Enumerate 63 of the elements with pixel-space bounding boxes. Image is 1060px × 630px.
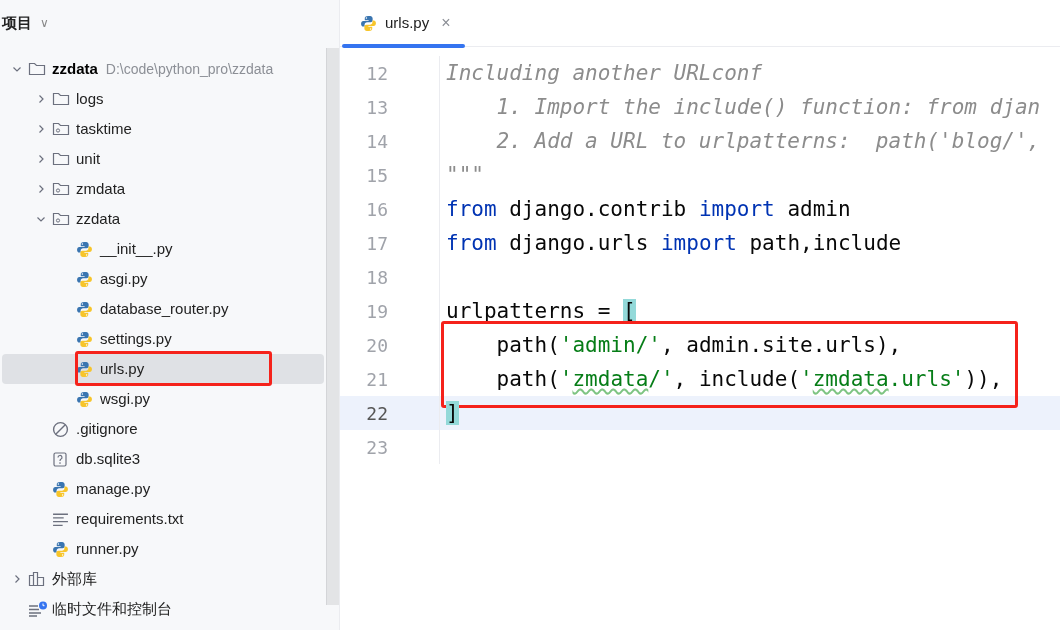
tree-item[interactable]: requirements.txt bbox=[2, 504, 324, 534]
tree-item[interactable]: 外部库 bbox=[2, 564, 324, 594]
code-line: from django.urls import path,include bbox=[446, 230, 902, 257]
tree-item[interactable]: unit bbox=[2, 144, 324, 174]
python-icon bbox=[76, 390, 93, 408]
line-number: 19 bbox=[365, 299, 388, 324]
line-number: 13 bbox=[365, 95, 388, 120]
python-icon bbox=[76, 360, 93, 378]
project-path: D:\code\python_pro\zzdata bbox=[105, 59, 274, 79]
python-icon bbox=[76, 270, 93, 288]
code-line: path('admin/', admin.site.urls), bbox=[495, 332, 902, 359]
tree-item[interactable]: zzdata bbox=[2, 204, 324, 234]
folder-icon bbox=[52, 151, 70, 167]
tree-item[interactable]: urls.py bbox=[2, 354, 324, 384]
tree-item[interactable]: asgi.py bbox=[2, 264, 324, 294]
tree-item[interactable]: database_router.py bbox=[2, 294, 324, 324]
tree-item[interactable]: zmdata bbox=[2, 174, 324, 204]
python-icon bbox=[52, 480, 69, 498]
line-number: 20 bbox=[365, 333, 388, 358]
folder-icon bbox=[52, 121, 70, 137]
python-icon bbox=[76, 300, 93, 318]
library-icon bbox=[28, 571, 46, 587]
line-number: 17 bbox=[365, 231, 388, 256]
code-comment: """ bbox=[446, 162, 484, 189]
panel-title[interactable]: 项目 bbox=[2, 11, 32, 35]
prohibited-icon bbox=[52, 420, 69, 438]
tree-item[interactable]: settings.py bbox=[2, 324, 324, 354]
scratch-icon bbox=[28, 601, 48, 617]
code-line: path('zmdata/', include('zmdata.urls')), bbox=[495, 366, 1003, 393]
code-line: urlpatterns = [ bbox=[446, 298, 636, 325]
tree-item[interactable]: logs bbox=[2, 84, 324, 114]
tree-item[interactable]: wsgi.py bbox=[2, 384, 324, 414]
python-icon bbox=[360, 14, 377, 32]
text-file-icon bbox=[52, 511, 69, 527]
tree-item[interactable]: db.sqlite3 bbox=[2, 444, 324, 474]
tree-item[interactable]: tasktime bbox=[2, 114, 324, 144]
code-line: from django.contrib import admin bbox=[446, 196, 851, 223]
line-number: 23 bbox=[365, 435, 388, 460]
line-number: 18 bbox=[365, 265, 388, 290]
scrollbar[interactable] bbox=[326, 48, 339, 605]
tree-item[interactable]: manage.py bbox=[2, 474, 324, 504]
line-number: 12 bbox=[365, 61, 388, 86]
code-comment: 2. Add a URL to urlpatterns: path('blog/', bbox=[495, 128, 1041, 155]
line-number: 22 bbox=[365, 401, 388, 426]
python-icon bbox=[52, 540, 69, 558]
python-icon bbox=[76, 330, 93, 348]
line-number: 21 bbox=[365, 367, 388, 392]
tree-item[interactable]: .gitignore bbox=[2, 414, 324, 444]
code-comment: 1. Import the include() function: from djan bbox=[495, 94, 1041, 121]
tree-item[interactable]: 临时文件和控制台 bbox=[2, 594, 324, 624]
folder-icon bbox=[52, 211, 70, 227]
line-number: 15 bbox=[365, 163, 388, 188]
folder-icon bbox=[28, 61, 46, 77]
question-file-icon bbox=[52, 450, 68, 468]
python-icon bbox=[76, 240, 93, 258]
tree-item[interactable]: runner.py bbox=[2, 534, 324, 564]
tree-item[interactable]: __init__.py bbox=[2, 234, 324, 264]
tree-item[interactable]: zzdata D:\code\python_pro\zzdata bbox=[2, 54, 324, 84]
code-comment: Including another URLconf bbox=[446, 60, 763, 87]
folder-icon bbox=[52, 91, 70, 107]
line-number: 16 bbox=[365, 197, 388, 222]
folder-icon bbox=[52, 181, 70, 197]
line-number: 14 bbox=[365, 129, 388, 154]
